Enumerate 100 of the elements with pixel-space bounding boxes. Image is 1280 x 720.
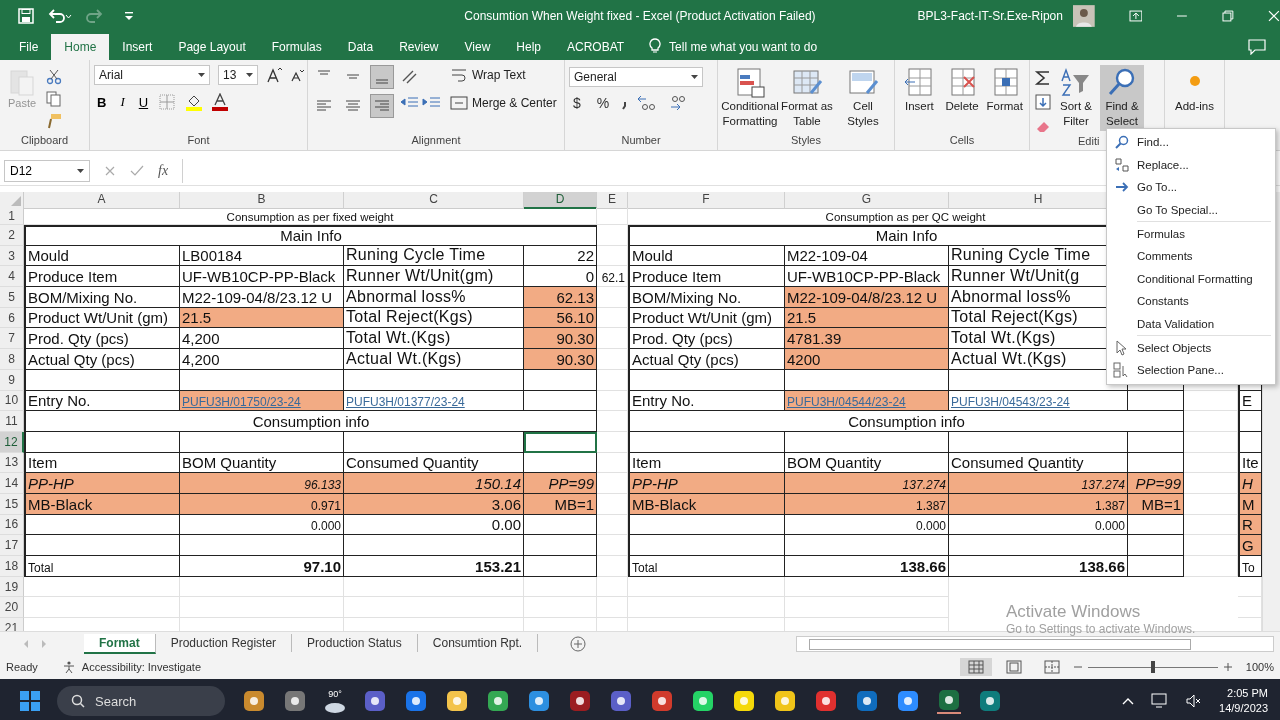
font-size-field[interactable]: 13 xyxy=(218,65,258,85)
comments-icon[interactable] xyxy=(1248,39,1266,55)
row-header[interactable]: 10 xyxy=(0,390,24,412)
sheet-tab[interactable]: Production Register xyxy=(155,633,293,652)
editing-button[interactable]: Find & Select xyxy=(1100,65,1144,131)
styles-button[interactable]: Cell Styles xyxy=(836,65,890,131)
warning-icon[interactable] xyxy=(650,689,674,713)
menu-tab[interactable]: Help xyxy=(503,34,554,60)
row-header[interactable]: 17 xyxy=(0,535,24,556)
percent-button[interactable]: % xyxy=(592,95,614,111)
network-icon[interactable] xyxy=(1151,693,1170,709)
bold-button[interactable]: B xyxy=(94,94,110,110)
styles-button[interactable]: Conditional Formatting xyxy=(722,65,778,131)
column-header[interactable]: D xyxy=(524,192,597,209)
menu-tab[interactable]: File xyxy=(6,34,52,60)
clock[interactable]: 2:05 PM 14/9/2023 xyxy=(1219,686,1268,716)
fill-icon[interactable] xyxy=(1034,93,1052,111)
row-header[interactable]: 20 xyxy=(0,597,24,619)
row-header[interactable]: 21 xyxy=(0,618,24,631)
globe-icon[interactable] xyxy=(527,689,551,713)
chat-icon[interactable] xyxy=(404,689,428,713)
row-header[interactable]: 11 xyxy=(0,411,24,432)
browser-icon[interactable] xyxy=(486,689,510,713)
menu-tab[interactable]: View xyxy=(451,34,504,60)
download-icon[interactable] xyxy=(978,689,1002,713)
active-cell[interactable] xyxy=(524,431,597,453)
row-header[interactable]: 14 xyxy=(0,473,24,494)
row-header[interactable]: 12 xyxy=(0,431,24,453)
add-sheet-icon[interactable] xyxy=(570,635,587,652)
horizontal-scrollbar[interactable] xyxy=(796,635,1275,652)
column-header[interactable]: E xyxy=(597,192,628,209)
weather-widget[interactable]: 90° xyxy=(324,689,346,713)
customize-icon[interactable] xyxy=(124,10,134,22)
name-box[interactable]: D12 xyxy=(4,160,90,182)
menu-tab[interactable]: Page Layout xyxy=(165,34,259,60)
menu-tab[interactable]: Review xyxy=(386,34,452,60)
number-format-field[interactable]: General xyxy=(569,67,703,87)
wrap-text-button[interactable]: Wrap Text xyxy=(448,65,559,85)
row-header[interactable]: 8 xyxy=(0,349,24,370)
menu-tab[interactable]: Home xyxy=(51,34,110,60)
accessibility-status[interactable]: Accessibility: Investigate xyxy=(81,661,201,673)
row-header[interactable]: 7 xyxy=(0,328,24,350)
styles-button[interactable]: Format as Table xyxy=(780,65,834,131)
cell-link[interactable]: PUFU3H/04543/23-24 xyxy=(949,390,1128,412)
menu-tab[interactable]: Data xyxy=(334,34,387,60)
save-icon[interactable] xyxy=(18,8,34,24)
z-icon[interactable] xyxy=(896,689,920,713)
mail-icon[interactable] xyxy=(855,689,879,713)
close-icon[interactable] xyxy=(1268,10,1280,22)
cut-icon[interactable] xyxy=(46,69,63,85)
row-header[interactable]: 2 xyxy=(0,225,24,246)
restore-icon[interactable] xyxy=(1222,10,1235,22)
sheet-tab[interactable]: Consumtion Rpt. xyxy=(417,633,539,652)
cells-button[interactable]: Delete xyxy=(941,65,983,116)
excel-icon[interactable] xyxy=(937,688,961,714)
row-header[interactable]: 13 xyxy=(0,452,24,474)
task-view-icon[interactable] xyxy=(283,689,307,713)
row-header[interactable]: 9 xyxy=(0,369,24,391)
avatar-icon[interactable] xyxy=(1072,5,1095,27)
sheet-tab[interactable]: Production Status xyxy=(292,633,418,652)
zoom-level[interactable]: 100% xyxy=(1245,661,1274,673)
chevron-up-icon[interactable] xyxy=(1122,697,1135,705)
ribbon-display-icon[interactable] xyxy=(1128,10,1143,22)
column-header[interactable]: A xyxy=(24,192,180,209)
underline-button[interactable]: U xyxy=(135,94,152,110)
menu-item[interactable]: Find... xyxy=(1107,131,1275,154)
menu-tab[interactable]: Formulas xyxy=(258,34,335,60)
meeting-icon[interactable] xyxy=(363,689,387,713)
fill-color-icon[interactable] xyxy=(185,93,204,111)
cell-link[interactable]: PUFU3H/01377/23-24 xyxy=(344,390,524,412)
taskbar-search-field[interactable]: Search xyxy=(57,686,225,716)
font-color-icon[interactable] xyxy=(211,93,230,111)
tell-me-field[interactable]: Tell me what you want to do xyxy=(669,34,818,60)
editing-button[interactable]: Sort & Filter xyxy=(1054,65,1098,131)
format-painter-icon[interactable] xyxy=(46,113,63,129)
remote-icon[interactable] xyxy=(814,689,838,713)
normal-view-icon[interactable] xyxy=(959,658,992,676)
zoom-in-icon[interactable] xyxy=(1223,663,1232,671)
row-header[interactable]: 6 xyxy=(0,307,24,329)
column-header[interactable]: B xyxy=(180,192,344,209)
row-header[interactable]: 18 xyxy=(0,556,24,577)
teams-icon[interactable] xyxy=(609,689,633,713)
column-header[interactable]: C xyxy=(344,192,524,209)
phone-chat-icon[interactable] xyxy=(691,689,715,713)
grow-font-icon[interactable] xyxy=(266,67,282,83)
menu-item[interactable]: Replace... xyxy=(1107,153,1275,177)
add-ins-button[interactable]: Add-ins xyxy=(1169,65,1220,116)
cells-button[interactable]: Format xyxy=(984,65,1025,116)
menu-tab[interactable]: ACROBAT xyxy=(554,34,638,60)
shrink-font-icon[interactable] xyxy=(290,68,304,82)
note-icon[interactable] xyxy=(732,689,756,713)
copy-icon[interactable] xyxy=(46,91,63,107)
folder-icon[interactable] xyxy=(445,689,469,713)
column-header[interactable]: F xyxy=(628,192,785,209)
sheet-tab[interactable]: Format xyxy=(84,633,156,654)
accessibility-icon[interactable] xyxy=(61,660,76,674)
column-header[interactable]: G xyxy=(785,192,949,209)
row-header[interactable]: 5 xyxy=(0,287,24,308)
windows-start-icon[interactable] xyxy=(20,691,40,711)
undo-icon[interactable] xyxy=(48,8,72,24)
